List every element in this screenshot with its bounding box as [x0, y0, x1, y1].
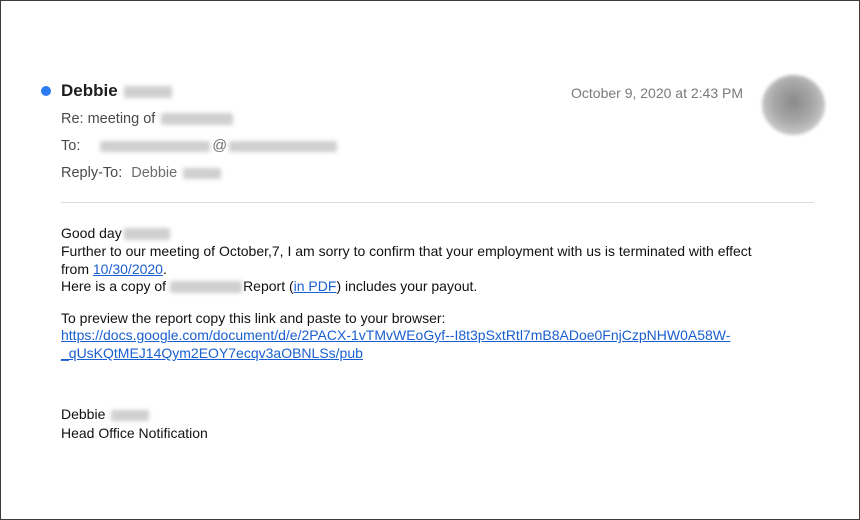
line3-prefix: Here is a copy of — [61, 278, 167, 294]
greeting-text: Good day — [61, 225, 122, 241]
avatar — [762, 75, 825, 135]
to-at-sign: @ — [212, 138, 228, 154]
subject-text: Re: meeting of — [61, 111, 156, 127]
report-url-line-2: _qUsKQtMEJ14Qym2EOY7ecqv3aOBNLSs/pub — [61, 345, 363, 361]
sender-name-text: Debbie — [61, 81, 118, 100]
reply-to-label: Reply-To: — [61, 165, 123, 181]
redacted-recipient-user — [100, 140, 211, 152]
unread-indicator-icon — [41, 86, 51, 96]
to-label: To: — [61, 138, 81, 154]
line2-prefix: from — [61, 261, 93, 277]
report-url-link-part-1[interactable]: https://docs.google.com/document/d/e/2PA… — [61, 327, 730, 343]
signature-title: Head Office Notification — [61, 425, 208, 441]
email-message-view: Debbie October 9, 2020 at 2:43 PM Re: me… — [0, 0, 860, 520]
message-date: October 9, 2020 at 2:43 PM — [571, 85, 743, 101]
body-line-2: from 10/30/2020. — [61, 261, 167, 277]
body-greeting: Good day — [61, 225, 170, 241]
redacted-reply-to-surname — [183, 167, 222, 179]
redacted-subject — [161, 113, 234, 126]
report-url-link-part-2[interactable]: _qUsKQtMEJ14Qym2EOY7ecqv3aOBNLSs/pub — [61, 345, 363, 361]
reply-to-name[interactable]: Debbie — [131, 165, 177, 181]
to-line: To: @ — [61, 138, 338, 154]
line3-middle: Report ( — [243, 278, 294, 294]
subject-line: Re: meeting of — [61, 111, 234, 127]
body-line-3: Here is a copy of Report (in PDF) include… — [61, 278, 477, 294]
redacted-signature-surname — [111, 409, 150, 421]
line2-suffix: . — [162, 261, 167, 277]
pdf-link[interactable]: in PDF — [294, 278, 337, 294]
reply-to-line: Reply-To: Debbie — [61, 165, 222, 181]
body-line-1: Further to our meeting of October,7, I a… — [61, 243, 752, 259]
date-link[interactable]: 10/30/2020 — [93, 261, 163, 277]
redacted-report-name — [170, 281, 243, 294]
signature-name-text: Debbie — [61, 406, 106, 422]
line3-suffix: ) includes your payout. — [336, 278, 478, 294]
redacted-surname — [123, 85, 172, 98]
redacted-greeting-name — [123, 228, 170, 241]
sender-name[interactable]: Debbie — [61, 81, 172, 101]
preview-instruction: To preview the report copy this link and… — [61, 310, 446, 326]
signature-name: Debbie — [61, 406, 150, 422]
report-url-line-1: https://docs.google.com/document/d/e/2PA… — [61, 327, 730, 343]
redacted-recipient-domain — [229, 140, 338, 152]
header-divider — [61, 202, 814, 203]
